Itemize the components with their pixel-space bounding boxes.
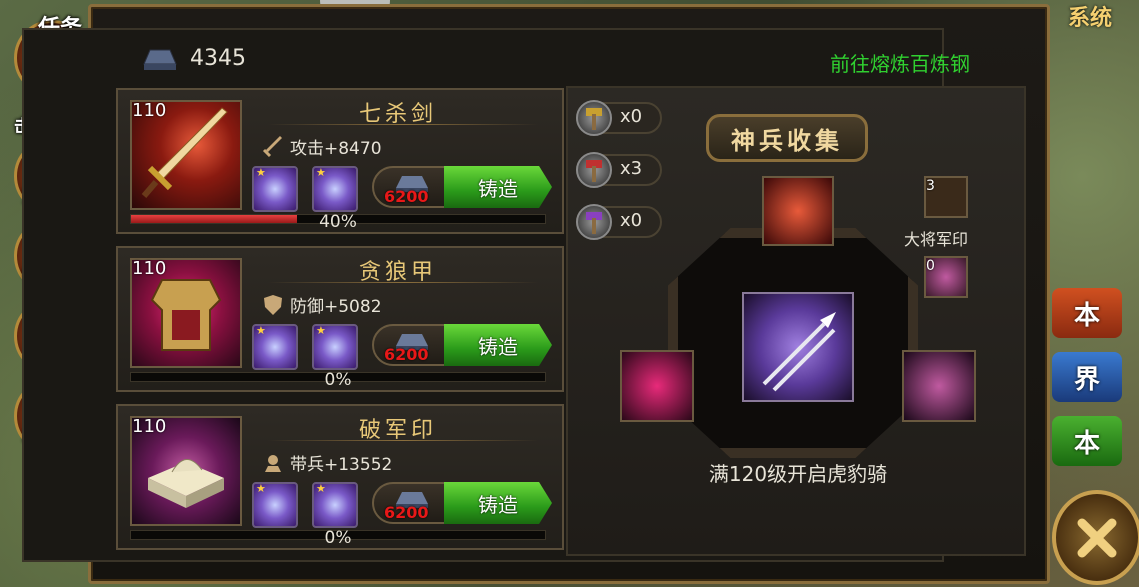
seal-slot[interactable] [902, 350, 976, 422]
hammer-red-counter[interactable]: x3 [576, 152, 662, 188]
star-icon: ★ [256, 324, 266, 337]
gem-slot-2[interactable]: ★ [312, 166, 358, 212]
shield-icon [264, 294, 282, 315]
forge-label: 铸造 [444, 166, 552, 208]
close-button[interactable] [1052, 490, 1139, 585]
divine-weapon-collection: x0 x3 x0 神兵收集 3 大将军印 0 满120级开启虎豹骑 [566, 86, 1026, 556]
gem-slot-1[interactable]: ★ [252, 166, 298, 212]
spear-icon [762, 312, 836, 392]
gem-slot-1[interactable]: ★ [252, 324, 298, 370]
system-button[interactable]: 系统 [1068, 0, 1112, 32]
divider [268, 124, 538, 125]
stat-text: 带兵+13552 [290, 455, 393, 475]
item-stat: 带兵+13552 [262, 450, 392, 475]
forge-label: 铸造 [444, 324, 552, 366]
right-tab-2[interactable]: 界 [1052, 352, 1122, 402]
forge-cost: 6200 [384, 187, 429, 206]
hammer-count: x0 [620, 106, 643, 127]
item-stat: 防御+5082 [262, 292, 382, 317]
right-tab-3[interactable]: 本 [1052, 416, 1122, 466]
hammer-icon [576, 100, 612, 136]
helmet-icon [265, 454, 281, 472]
forge-label: 铸造 [444, 482, 552, 524]
hammer-item-count: 0 [926, 258, 935, 274]
unlock-note: 满120级开启虎豹骑 [708, 462, 888, 486]
divider [268, 282, 538, 283]
divider [268, 440, 538, 441]
star-icon: ★ [316, 324, 326, 337]
hammer-count: x0 [620, 210, 643, 231]
general-seal-label: 大将军印 [904, 230, 969, 249]
gem-slot-2[interactable]: ★ [312, 324, 358, 370]
star-icon: ★ [316, 166, 326, 179]
armor-slot[interactable] [620, 350, 694, 422]
gem-slot-2[interactable]: ★ [312, 482, 358, 528]
item-card-armor: 110 贪狼甲 防御+5082 ★ ★ 6200 铸造 0% [116, 246, 564, 392]
hammer-icon [576, 152, 612, 188]
item-level: 110 [132, 100, 167, 121]
goto-smelt-link[interactable]: 前往熔炼百炼钢 [830, 48, 970, 77]
star-icon: ★ [256, 482, 266, 495]
close-icon [1077, 518, 1117, 557]
progress-text: 0% [324, 370, 352, 390]
star-icon: ★ [256, 166, 266, 179]
steel-count: 4345 [190, 45, 246, 71]
hammer-gold-counter[interactable]: x0 [576, 100, 662, 136]
hammer-purple-counter[interactable]: x0 [576, 204, 662, 240]
gem-slot-1[interactable]: ★ [252, 482, 298, 528]
forge-button[interactable]: 6200 铸造 [372, 324, 552, 366]
item-card-sword: 110 七杀剑 攻击+8470 ★ ★ 6200 铸造 40% [116, 88, 564, 234]
seal-count: 3 [926, 178, 935, 194]
steel-counter: 4345 [140, 40, 246, 76]
progress-text: 0% [324, 528, 352, 548]
hammer-icon [576, 204, 612, 240]
item-level: 110 [132, 416, 167, 437]
collection-title: 神兵收集 [706, 114, 868, 162]
item-level: 110 [132, 258, 167, 279]
forge-button[interactable]: 6200 铸造 [372, 482, 552, 524]
forge-cost: 6200 [384, 503, 429, 522]
hammer-count: x3 [620, 158, 643, 179]
tiger-leopard-cavalry-slot[interactable] [742, 292, 854, 402]
progress-text: 40% [319, 212, 357, 232]
item-stat: 攻击+8470 [262, 134, 382, 159]
right-tab-1[interactable]: 本 [1052, 288, 1122, 338]
stat-text: 防御+5082 [290, 297, 382, 317]
sword-slot[interactable] [762, 176, 834, 246]
star-icon: ★ [316, 482, 326, 495]
steel-ingot-icon [143, 49, 177, 70]
forge-cost: 6200 [384, 345, 429, 364]
sword-stat-icon [262, 135, 282, 157]
stat-text: 攻击+8470 [290, 139, 382, 159]
forge-button[interactable]: 6200 铸造 [372, 166, 552, 208]
item-card-seal: 110 破军印 带兵+13552 ★ ★ 6200 铸造 0% [116, 404, 564, 550]
